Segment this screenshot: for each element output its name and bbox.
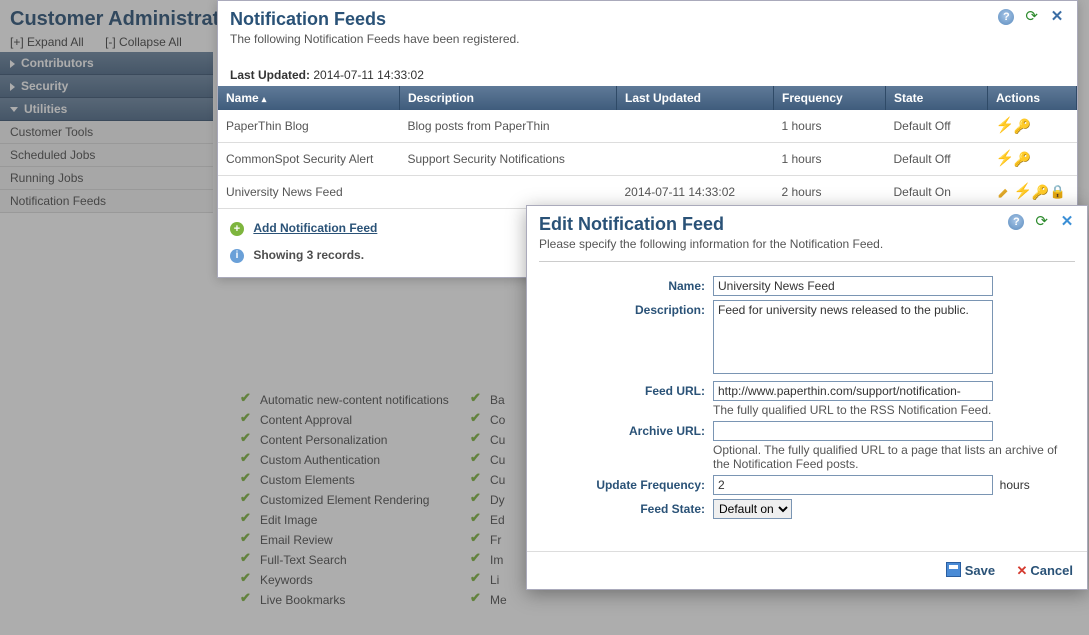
frequency-input[interactable]: [713, 475, 993, 495]
key-icon[interactable]: 🔑: [1032, 184, 1048, 200]
help-icon[interactable]: ?: [998, 9, 1014, 25]
table-row: University News Feed2014-07-11 14:33:022…: [218, 176, 1077, 209]
refresh-icon[interactable]: ⟳: [1034, 214, 1050, 230]
record-count-text: Showing 3 records.: [253, 248, 364, 262]
frequency-unit: hours: [1000, 478, 1030, 492]
description-textarea[interactable]: [713, 300, 993, 374]
col-description[interactable]: Description: [400, 86, 617, 110]
edit-icon[interactable]: [996, 184, 1012, 200]
col-frequency[interactable]: Frequency: [774, 86, 886, 110]
add-notification-feed-link[interactable]: Add Notification Feed: [253, 221, 377, 235]
archive-url-hint: Optional. The fully qualified URL to a p…: [713, 443, 1063, 471]
save-icon: [946, 562, 961, 577]
label-feed-url: Feed URL:: [539, 381, 713, 417]
table-row: CommonSpot Security AlertSupport Securit…: [218, 143, 1077, 176]
add-icon[interactable]: +: [230, 222, 244, 236]
dialog-subtitle: The following Notification Feeds have be…: [230, 32, 1065, 46]
lock-icon[interactable]: 🔒: [1050, 184, 1066, 200]
run-icon[interactable]: ⚡: [996, 118, 1012, 134]
label-description: Description:: [539, 300, 713, 377]
col-actions[interactable]: Actions: [988, 86, 1077, 110]
table-row: PaperThin BlogBlog posts from PaperThin1…: [218, 110, 1077, 143]
refresh-icon[interactable]: ⟳: [1024, 9, 1040, 25]
col-name[interactable]: Name: [218, 86, 400, 110]
name-input[interactable]: [713, 276, 993, 296]
save-button[interactable]: Save: [946, 563, 995, 578]
close-icon[interactable]: ✕: [1049, 9, 1065, 25]
feed-url-hint: The fully qualified URL to the RSS Notif…: [713, 403, 1063, 417]
label-feed-state: Feed State:: [539, 499, 713, 519]
edit-notification-feed-dialog: ? ⟳ ✕ Edit Notification Feed Please spec…: [526, 205, 1088, 590]
archive-url-input[interactable]: [713, 421, 993, 441]
run-icon[interactable]: ⚡: [996, 151, 1012, 167]
close-icon[interactable]: ✕: [1059, 214, 1075, 230]
info-icon: i: [230, 249, 244, 263]
col-last-updated[interactable]: Last Updated: [617, 86, 774, 110]
feed-state-select[interactable]: Default on: [713, 499, 792, 519]
key-icon[interactable]: 🔑: [1014, 151, 1030, 167]
feed-url-input[interactable]: [713, 381, 993, 401]
last-updated-value: 2014-07-11 14:33:02: [313, 68, 424, 82]
dialog-title: Notification Feeds: [230, 9, 1065, 30]
col-state[interactable]: State: [886, 86, 988, 110]
label-archive-url: Archive URL:: [539, 421, 713, 471]
feeds-table: Name Description Last Updated Frequency …: [218, 86, 1077, 209]
key-icon[interactable]: 🔑: [1014, 118, 1030, 134]
cancel-icon: ✕: [1016, 563, 1027, 578]
help-icon[interactable]: ?: [1008, 214, 1024, 230]
edit-dialog-subtitle: Please specify the following information…: [539, 237, 1075, 251]
edit-dialog-title: Edit Notification Feed: [539, 214, 1075, 235]
last-updated-label: Last Updated:: [230, 68, 310, 82]
label-update-frequency: Update Frequency:: [539, 475, 713, 495]
run-icon[interactable]: ⚡: [1014, 184, 1030, 200]
last-updated-row: Last Updated: 2014-07-11 14:33:02: [218, 64, 1077, 86]
label-name: Name:: [539, 276, 713, 296]
cancel-button[interactable]: ✕Cancel: [1016, 563, 1073, 578]
